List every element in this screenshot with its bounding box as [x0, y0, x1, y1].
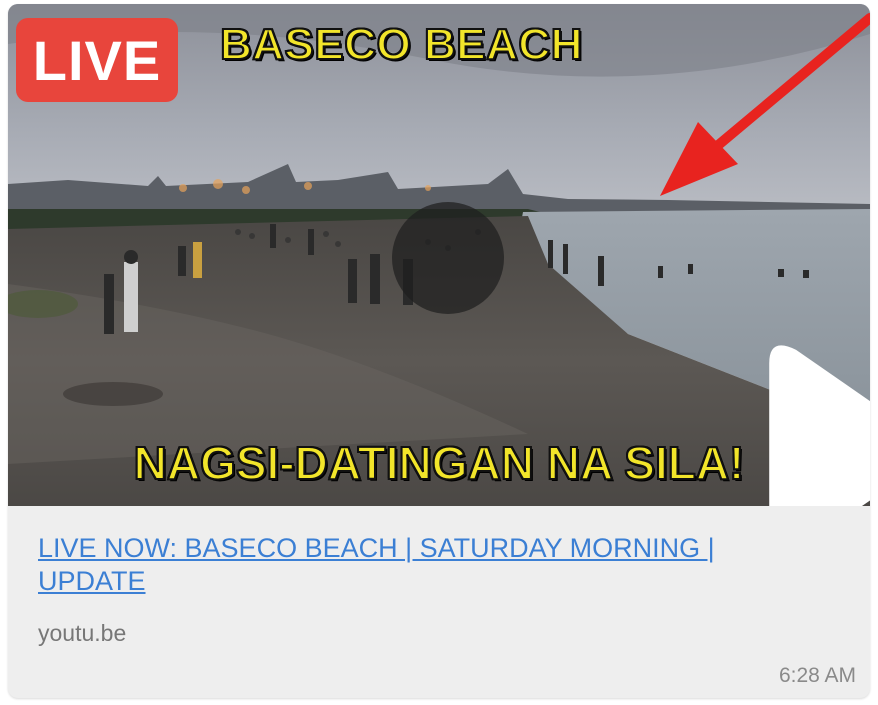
link-preview-domain: youtu.be [38, 620, 127, 646]
video-thumbnail[interactable]: LIVE BASECO BEACH NAGSI-DATINGAN NA SILA… [8, 4, 870, 506]
message-bubble: LIVE BASECO BEACH NAGSI-DATINGAN NA SILA… [8, 4, 870, 698]
play-button[interactable] [392, 202, 870, 506]
thumbnail-top-caption: BASECO BEACH [219, 19, 583, 70]
message-timestamp: 6:28 AM [778, 664, 856, 687]
live-badge: LIVE [16, 18, 178, 102]
link-preview-title[interactable]: LIVE NOW: BASECO BEACH | SATURDAY MORNIN… [38, 532, 818, 598]
play-icon [769, 345, 870, 506]
